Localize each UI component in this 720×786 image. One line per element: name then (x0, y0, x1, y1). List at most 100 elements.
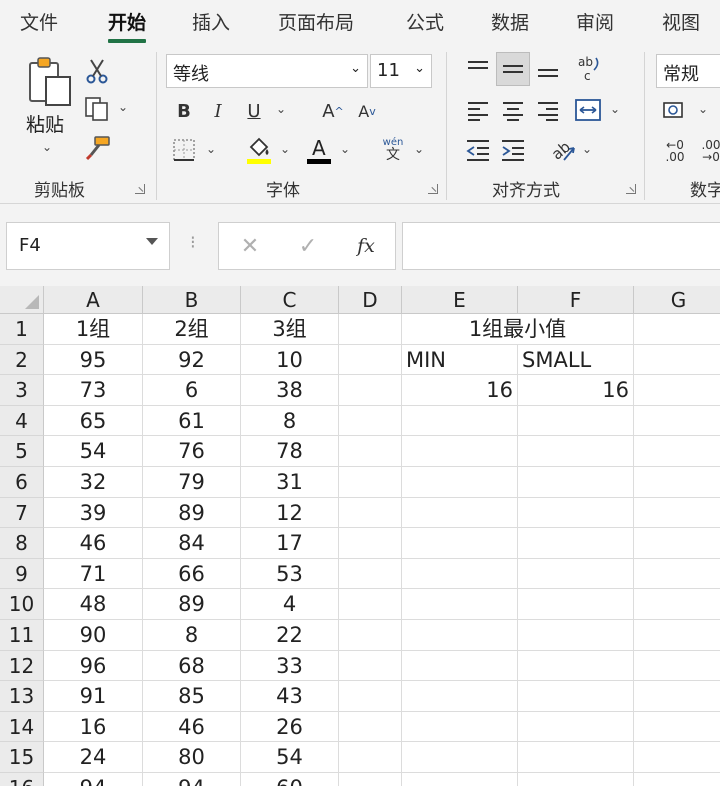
cell-a12[interactable]: 96 (44, 650, 143, 682)
cell-c3[interactable]: 38 (241, 375, 339, 406)
column-header-d[interactable]: D (339, 286, 402, 314)
row-header-15[interactable]: 15 (0, 742, 44, 773)
cell-d9[interactable] (339, 558, 402, 590)
cancel-icon[interactable]: ✕ (237, 233, 263, 259)
cell-c8[interactable]: 17 (241, 528, 339, 559)
row-header-4[interactable]: 4 (0, 405, 44, 437)
cell-g15[interactable] (634, 742, 720, 773)
wrap-text-orientation-button[interactable]: ab c (574, 52, 604, 86)
bold-icon[interactable]: B (172, 96, 196, 126)
cell-b16[interactable]: 94 (143, 773, 241, 786)
cell-e15[interactable] (402, 742, 518, 773)
cell-d10[interactable] (339, 589, 402, 620)
cell-e8[interactable] (402, 528, 518, 559)
cell-g1[interactable] (634, 314, 720, 345)
paste-button[interactable] (20, 54, 80, 110)
cell-f15[interactable] (518, 742, 634, 773)
row-header-3[interactable]: 3 (0, 375, 44, 406)
cell-a14[interactable]: 16 (44, 711, 143, 743)
cell-g4[interactable] (634, 406, 720, 437)
clipboard-dialog-launcher-icon[interactable] (135, 184, 145, 194)
cell-d12[interactable] (339, 650, 402, 682)
cell-a11[interactable]: 90 (44, 620, 143, 651)
cell-a3[interactable]: 73 (44, 375, 143, 406)
cell-a7[interactable]: 39 (44, 497, 143, 529)
decrease-indent-button[interactable] (462, 134, 494, 166)
cell-a5[interactable]: 54 (44, 436, 143, 467)
tab-review[interactable]: 审阅 (576, 8, 614, 38)
cell-b14[interactable]: 46 (143, 711, 241, 743)
row-header-7[interactable]: 7 (0, 497, 44, 529)
tab-page-layout[interactable]: 页面布局 (278, 8, 354, 38)
cell-a6[interactable]: 32 (44, 467, 143, 498)
cell-a13[interactable]: 91 (44, 681, 143, 712)
cell-d5[interactable] (339, 436, 402, 467)
cell-e1[interactable]: 1组最小值 (402, 314, 634, 345)
cell-f2[interactable]: SMALL (518, 344, 634, 376)
align-top-button[interactable] (462, 54, 494, 84)
cell-d7[interactable] (339, 497, 402, 529)
cell-c14[interactable]: 26 (241, 711, 339, 743)
cell-d1[interactable] (339, 314, 402, 345)
cell-b8[interactable]: 84 (143, 528, 241, 559)
phonetic-guide-button[interactable]: wén 文 (378, 134, 408, 166)
cell-f9[interactable] (518, 558, 634, 590)
font-dialog-launcher-icon[interactable] (428, 184, 438, 194)
cell-c13[interactable]: 43 (241, 681, 339, 712)
cell-c7[interactable]: 12 (241, 497, 339, 529)
cell-e9[interactable] (402, 558, 518, 590)
cell-e5[interactable] (402, 436, 518, 467)
cell-c4[interactable]: 8 (241, 405, 339, 437)
tab-home[interactable]: 开始 (108, 8, 147, 43)
row-header-14[interactable]: 14 (0, 711, 44, 743)
orientation-dropdown-chevron-icon[interactable]: ⌄ (582, 142, 592, 156)
cell-d3[interactable] (339, 375, 402, 406)
cell-g16[interactable] (634, 773, 720, 786)
row-header-11[interactable]: 11 (0, 620, 44, 651)
alignment-dialog-launcher-icon[interactable] (626, 184, 636, 194)
cell-e10[interactable] (402, 589, 518, 620)
cell-g2[interactable] (634, 345, 720, 376)
cell-g8[interactable] (634, 528, 720, 559)
cell-a8[interactable]: 46 (44, 528, 143, 559)
cut-button[interactable] (84, 56, 110, 86)
copy-button[interactable] (82, 94, 112, 124)
cell-g11[interactable] (634, 620, 720, 651)
copy-dropdown-chevron-icon[interactable]: ⌄ (118, 100, 128, 114)
cell-b13[interactable]: 85 (143, 681, 241, 712)
underline-icon[interactable]: U (242, 96, 266, 126)
cell-g9[interactable] (634, 559, 720, 590)
cell-c5[interactable]: 78 (241, 436, 339, 467)
cell-c6[interactable]: 31 (241, 467, 339, 498)
orientation-button[interactable]: ab (546, 134, 578, 166)
cell-f6[interactable] (518, 467, 634, 498)
more-options-icon[interactable]: ⁝ (190, 232, 196, 253)
underline-dropdown-chevron-icon[interactable]: ⌄ (276, 102, 286, 116)
cell-d15[interactable] (339, 742, 402, 773)
cell-d6[interactable] (339, 467, 402, 498)
cell-e4[interactable] (402, 405, 518, 437)
row-header-10[interactable]: 10 (0, 589, 44, 620)
row-header-6[interactable]: 6 (0, 467, 44, 498)
cell-e2[interactable]: MIN (402, 344, 518, 376)
cell-c10[interactable]: 4 (241, 589, 339, 620)
align-bottom-button[interactable] (532, 54, 564, 84)
decrease-decimal-icon[interactable]: .00 →0 (696, 136, 720, 166)
cell-d13[interactable] (339, 681, 402, 712)
column-header-e[interactable]: E (402, 286, 518, 314)
cell-b2[interactable]: 92 (143, 344, 241, 376)
accounting-format-button[interactable] (660, 96, 690, 126)
increase-indent-button[interactable] (497, 134, 529, 166)
column-header-g[interactable]: G (634, 286, 720, 314)
cell-a9[interactable]: 71 (44, 558, 143, 590)
cell-c16[interactable]: 60 (241, 773, 339, 786)
cell-a1[interactable]: 1组 (44, 314, 143, 345)
fill-color-button[interactable] (244, 134, 274, 166)
cell-e6[interactable] (402, 467, 518, 498)
cell-c12[interactable]: 33 (241, 650, 339, 682)
cell-b7[interactable]: 89 (143, 497, 241, 529)
select-all-button[interactable] (0, 286, 44, 314)
cell-f12[interactable] (518, 650, 634, 682)
name-box-chevron-down-icon[interactable] (146, 238, 158, 245)
merge-dropdown-chevron-icon[interactable]: ⌄ (610, 102, 620, 116)
